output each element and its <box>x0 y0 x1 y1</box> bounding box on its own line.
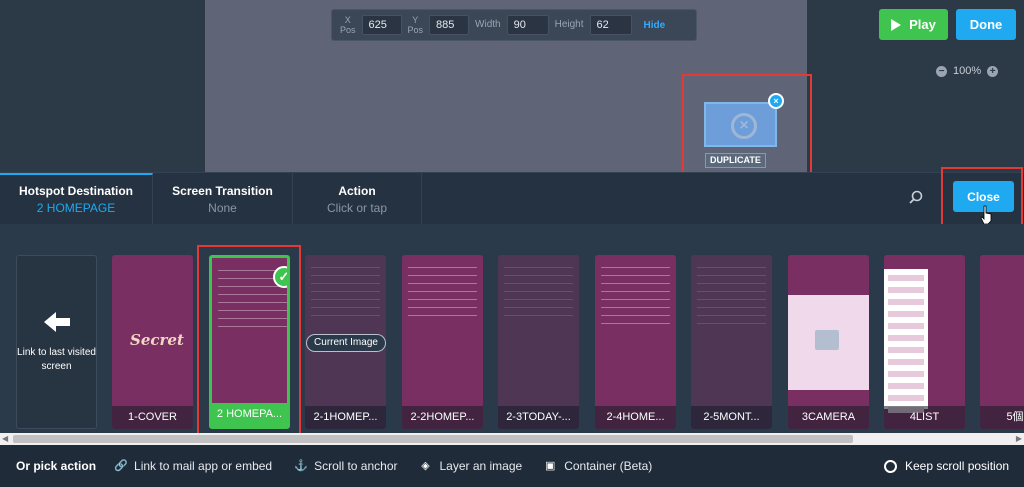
screen-label: 2-2HOMEP... <box>402 406 483 429</box>
close-highlight: Close <box>941 167 1023 232</box>
screen-content <box>601 267 670 331</box>
tab-title: Screen Transition <box>172 184 273 198</box>
screen-label: 4LIST <box>884 406 965 429</box>
screen-thumb-2-homepage[interactable]: ✓ 2 HOMEPA... <box>209 255 290 429</box>
height-label: Height <box>554 19 584 30</box>
zoom-out-icon[interactable]: − <box>936 65 947 77</box>
search-icon[interactable] <box>909 190 923 204</box>
play-button-label: Play <box>909 17 936 32</box>
screen-thumb-2-5-month[interactable]: 2-5MONT... <box>691 255 772 429</box>
width-label: Width <box>475 19 501 30</box>
scroll-right-icon[interactable]: ▶ <box>1016 434 1022 443</box>
screen-thumb-5-personal[interactable]: 5個人 <box>980 255 1024 429</box>
duplicate-badge[interactable]: DUPLICATE <box>705 153 766 168</box>
pick-action-label: Or pick action <box>16 459 97 473</box>
cover-secret-text: Secret <box>130 331 184 349</box>
layers-icon: ◈ <box>421 460 430 472</box>
action-picker-bar: Or pick action 🔗 Link to mail app or emb… <box>0 445 1024 487</box>
screen-label: 2 HOMEPA... <box>212 403 287 426</box>
screen-thumb-2-2-homepage[interactable]: 2-2HOMEP... <box>402 255 483 429</box>
container-icon: ▣ <box>545 460 556 472</box>
hotspot-tabbar: Hotspot Destination 2 HOMEPAGE Screen Tr… <box>0 172 1024 224</box>
action-label: Link to mail app or embed <box>134 459 273 473</box>
width-input[interactable]: 90 <box>506 15 549 35</box>
anchor-icon: ⚓ <box>294 460 308 472</box>
tab-value: None <box>208 201 237 215</box>
screen-content <box>408 267 477 323</box>
zoom-level: 100% <box>953 65 982 77</box>
tab-screen-transition[interactable]: Screen Transition None <box>153 173 293 224</box>
screen-label: 2-3TODAY-... <box>498 406 579 429</box>
radio-icon <box>884 459 897 473</box>
screen-content <box>311 267 380 323</box>
link-to-last-screen-label: Link to last visited screen <box>17 347 96 372</box>
screen-label: 3CAMERA <box>788 406 869 429</box>
hotspot-highlight: × × DUPLICATE <box>682 74 812 186</box>
zoom-in-icon[interactable]: + <box>987 65 999 77</box>
hotspot-box[interactable]: × <box>704 102 777 147</box>
screen-thumb-2-3-today[interactable]: 2-3TODAY-... <box>498 255 579 429</box>
horizontal-scrollbar[interactable]: ◀ ▶ <box>0 433 1024 445</box>
tab-title: Action <box>338 184 376 198</box>
scrollbar-thumb[interactable] <box>13 435 853 443</box>
play-button[interactable]: Play <box>879 9 948 40</box>
screen-label: 2-4HOME... <box>595 406 676 429</box>
x-pos-label: X Pos <box>340 15 356 35</box>
screen-label: 2-5MONT... <box>691 406 772 429</box>
action-layer-image[interactable]: ◈ Layer an image <box>419 459 522 473</box>
screen-content <box>504 267 573 323</box>
action-link-mail-embed[interactable]: 🔗 Link to mail app or embed <box>114 459 272 473</box>
screen-content <box>697 267 766 331</box>
current-image-badge: Current Image <box>306 334 386 352</box>
tab-value: 2 HOMEPAGE <box>36 201 116 215</box>
screen-thumbnail-strip[interactable]: Link to last visited screen Secret 1-COV… <box>0 224 1024 433</box>
hotspot-delete-icon[interactable]: × <box>768 93 784 109</box>
back-arrow-icon <box>43 312 70 332</box>
zoom-control: − 100% + <box>936 65 999 77</box>
done-button[interactable]: Done <box>956 9 1016 40</box>
position-toolbar: X Pos 625 Y Pos 885 Width 90 Height 62 Hid… <box>331 9 697 41</box>
screen-label: 1-COVER <box>112 406 193 429</box>
action-label: Scroll to anchor <box>314 459 398 473</box>
image-placeholder-icon <box>815 330 839 350</box>
screen-label: 5個人 <box>980 406 1024 429</box>
y-pos-label: Y Pos <box>407 15 424 35</box>
x-pos-input[interactable]: 625 <box>361 15 402 35</box>
tab-action[interactable]: Action Click or tap <box>293 173 422 224</box>
keep-scroll-label: Keep scroll position <box>905 459 1010 473</box>
screen-thumb-4-list[interactable]: 4LIST <box>884 255 965 429</box>
scroll-left-icon[interactable]: ◀ <box>2 434 8 443</box>
action-label: Container (Beta) <box>564 459 653 473</box>
height-input[interactable]: 62 <box>589 15 632 35</box>
y-pos-input[interactable]: 885 <box>429 15 470 35</box>
action-container[interactable]: ▣ Container (Beta) <box>544 459 652 473</box>
hotspot-placeholder-icon: × <box>731 113 757 139</box>
action-scroll-anchor[interactable]: ⚓ Scroll to anchor <box>294 459 397 473</box>
tab-value: Click or tap <box>326 201 388 215</box>
screen-thumb-3-camera[interactable]: 3CAMERA <box>788 255 869 429</box>
tab-title: Hotspot Destination <box>19 184 133 198</box>
tab-hotspot-destination[interactable]: Hotspot Destination 2 HOMEPAGE <box>0 173 153 224</box>
screen-thumb-1-cover[interactable]: Secret 1-COVER <box>112 255 193 429</box>
link-icon: 🔗 <box>114 460 128 472</box>
action-label: Layer an image <box>439 459 523 473</box>
play-icon <box>891 18 902 31</box>
link-to-last-screen-card[interactable]: Link to last visited screen <box>16 255 97 429</box>
selected-check-icon: ✓ <box>273 266 287 288</box>
hide-toolbar-link[interactable]: Hide <box>644 20 666 31</box>
hand-cursor-icon <box>980 205 992 225</box>
keep-scroll-position-toggle[interactable]: Keep scroll position <box>884 459 1009 473</box>
screen-thumb-2-4-homepage[interactable]: 2-4HOME... <box>595 255 676 429</box>
screen-label: 2-1HOMEP... <box>305 406 386 429</box>
list-menu-panel <box>884 269 928 413</box>
